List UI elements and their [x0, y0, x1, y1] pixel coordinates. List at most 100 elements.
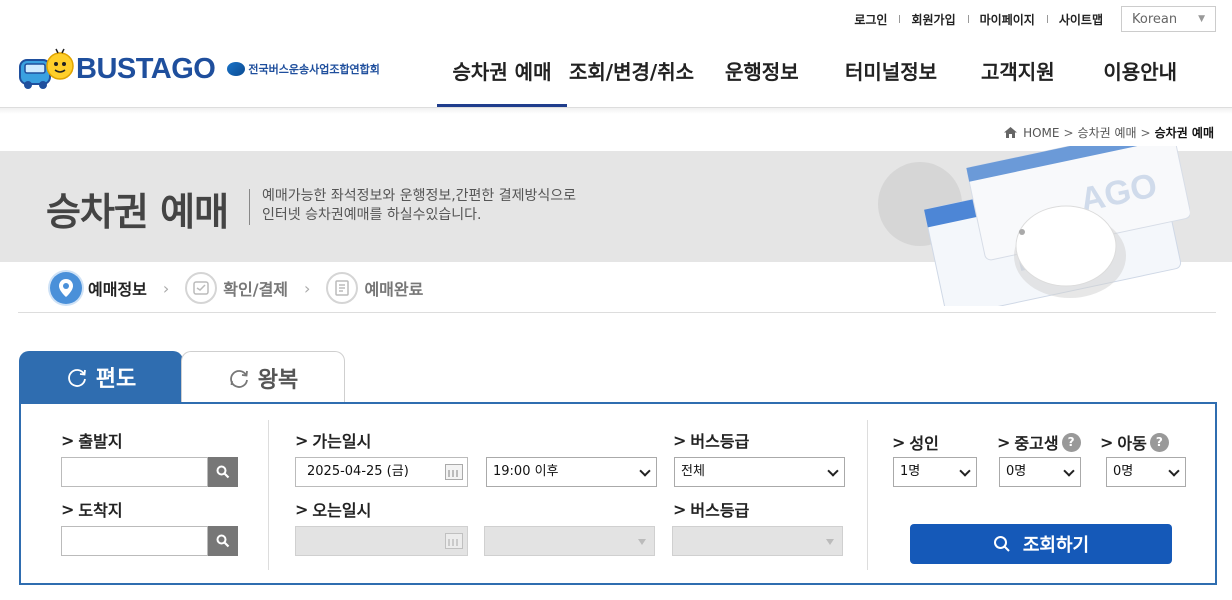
step-booking-complete: 예매완료	[326, 272, 423, 304]
go-date-field[interactable]: 2025-04-25 (금)	[295, 457, 468, 487]
home-icon	[1004, 127, 1018, 138]
column-divider	[268, 420, 269, 570]
document-icon	[326, 272, 359, 304]
adult-label: > 성인	[892, 432, 939, 454]
refresh-icon	[66, 366, 88, 388]
adult-count-select[interactable]: 1명	[893, 457, 977, 487]
search-icon	[993, 535, 1011, 553]
child-label: > 아동?	[1100, 430, 1169, 454]
youth-count-value: 0명	[1006, 464, 1027, 479]
arrival-input[interactable]	[61, 526, 208, 556]
child-count-select[interactable]: 0명	[1106, 457, 1186, 487]
association-logo: 전국버스운송사업조합연합회	[227, 61, 380, 77]
chevron-down-icon	[959, 465, 971, 477]
association-name: 전국버스운송사업조합연합회	[248, 63, 380, 76]
join-link[interactable]: 회원가입	[899, 11, 967, 28]
sitemap-link[interactable]: 사이트맵	[1046, 11, 1115, 28]
language-value: Korean	[1132, 11, 1178, 27]
go-date-label: > 가는일시	[295, 430, 372, 452]
go-time-select[interactable]: 19:00 이후	[486, 457, 657, 487]
column-divider	[867, 420, 868, 570]
search-icon	[216, 465, 230, 479]
chevron-down-icon	[639, 465, 651, 477]
ticket-mouse-illustration: BUS AGO	[870, 124, 1191, 317]
calendar-icon	[445, 533, 463, 549]
location-pin-icon	[50, 272, 82, 304]
arrival-label: > 도착지	[61, 499, 123, 521]
tab-roundtrip[interactable]: 왕복	[181, 351, 345, 403]
breadcrumb-current: 승차권 예매	[1154, 126, 1214, 140]
bus-grade-label: > 버스등급	[673, 430, 750, 452]
return-bus-grade-label: > 버스등급	[673, 499, 750, 521]
return-time-select	[484, 526, 655, 556]
page-title: 승차권 예매	[46, 190, 229, 234]
return-bus-grade-select	[672, 526, 843, 556]
banner-desc-line1: 예매가능한 좌석정보와 운행정보,간편한 결제방식으로	[262, 188, 577, 204]
nav-ticket-booking[interactable]: 승차권 예매	[437, 56, 567, 108]
chevron-down-icon: ▼	[1198, 14, 1205, 24]
youth-label: > 중고생?	[997, 430, 1081, 454]
mypage-link[interactable]: 마이페이지	[967, 11, 1047, 28]
go-time-value: 19:00 이후	[493, 464, 559, 479]
help-icon[interactable]: ?	[1149, 432, 1169, 452]
steps-divider	[18, 312, 1216, 313]
search-icon	[216, 534, 230, 548]
breadcrumb: HOME > 승차권 예매 > 승차권 예매	[1004, 124, 1214, 141]
arrival-search-button[interactable]	[208, 526, 238, 556]
payment-icon	[185, 272, 218, 304]
return-date-field	[295, 526, 468, 556]
association-mark-icon	[227, 62, 246, 76]
departure-label: > 출발지	[61, 430, 123, 452]
booking-form: > 출발지 > 도착지 > 가는일시 2025-04-25 (금) 19:00 이후 …	[19, 402, 1217, 585]
logo-text: BUSTAGO	[76, 52, 216, 85]
chevron-right-icon: >	[1140, 125, 1151, 140]
tab-oneway[interactable]: 편도	[19, 351, 183, 403]
search-button[interactable]: 조회하기	[910, 524, 1172, 564]
main-nav: 승차권 예매 조회/변경/취소 운행정보 터미널정보 고객지원 이용안내	[437, 56, 1177, 108]
go-date-value: 2025-04-25 (금)	[307, 464, 409, 479]
adult-count-value: 1명	[900, 464, 921, 479]
nav-inquiry-change-cancel[interactable]: 조회/변경/취소	[567, 56, 695, 108]
departure-search-button[interactable]	[208, 457, 238, 487]
bus-grade-value: 전체	[681, 464, 705, 479]
banner-desc-line2: 인터넷 승차권예매를 하실수있습니다.	[262, 207, 482, 223]
triangle-down-icon	[826, 539, 834, 545]
step-confirm-payment: 확인/결제	[185, 272, 288, 304]
chevron-down-icon	[1063, 465, 1075, 477]
nav-terminal-info[interactable]: 터미널정보	[821, 56, 949, 108]
child-count-value: 0명	[1113, 464, 1134, 479]
return-date-label: > 오는일시	[295, 499, 372, 521]
banner-divider	[249, 189, 250, 225]
departure-input[interactable]	[61, 457, 208, 487]
chevron-right-icon: ›	[304, 278, 311, 298]
calendar-icon[interactable]	[445, 464, 463, 480]
login-link[interactable]: 로그인	[842, 11, 899, 28]
nav-schedule-info[interactable]: 운행정보	[695, 56, 821, 108]
chevron-down-icon	[827, 465, 839, 477]
header-shadow	[0, 108, 1232, 114]
step-label: 확인/결제	[223, 280, 289, 299]
tab-label: 편도	[95, 367, 137, 392]
breadcrumb-level1[interactable]: 승차권 예매	[1078, 124, 1137, 141]
utility-bar: 로그인 회원가입 마이페이지 사이트맵 Korean ▼	[842, 6, 1216, 32]
booking-steps: 예매정보 › 확인/결제 › 예매완료	[50, 270, 423, 306]
refresh-icon	[228, 367, 250, 389]
chevron-down-icon	[1168, 465, 1180, 477]
step-booking-info: 예매정보	[50, 272, 147, 304]
language-select[interactable]: Korean ▼	[1121, 6, 1216, 32]
nav-usage-guide[interactable]: 이용안내	[1077, 56, 1177, 108]
site-logo[interactable]: BUSTAGO 전국버스운송사업조합연합회	[18, 48, 380, 90]
help-icon[interactable]: ?	[1061, 432, 1081, 452]
banner-description: 예매가능한 좌석정보와 운행정보,간편한 결제방식으로 인터넷 승차권예매를 하…	[262, 187, 576, 225]
search-button-label: 조회하기	[1022, 535, 1090, 556]
tab-label: 왕복	[257, 367, 299, 393]
youth-count-select[interactable]: 0명	[999, 457, 1081, 487]
nav-customer-support[interactable]: 고객지원	[949, 56, 1077, 108]
chevron-right-icon: >	[1063, 125, 1074, 140]
step-label: 예매정보	[88, 280, 147, 299]
chevron-right-icon: ›	[162, 278, 170, 298]
triangle-down-icon	[638, 539, 646, 545]
breadcrumb-home[interactable]: HOME	[1023, 126, 1059, 140]
bus-mascot-icon	[18, 48, 74, 90]
bus-grade-select[interactable]: 전체	[674, 457, 845, 487]
